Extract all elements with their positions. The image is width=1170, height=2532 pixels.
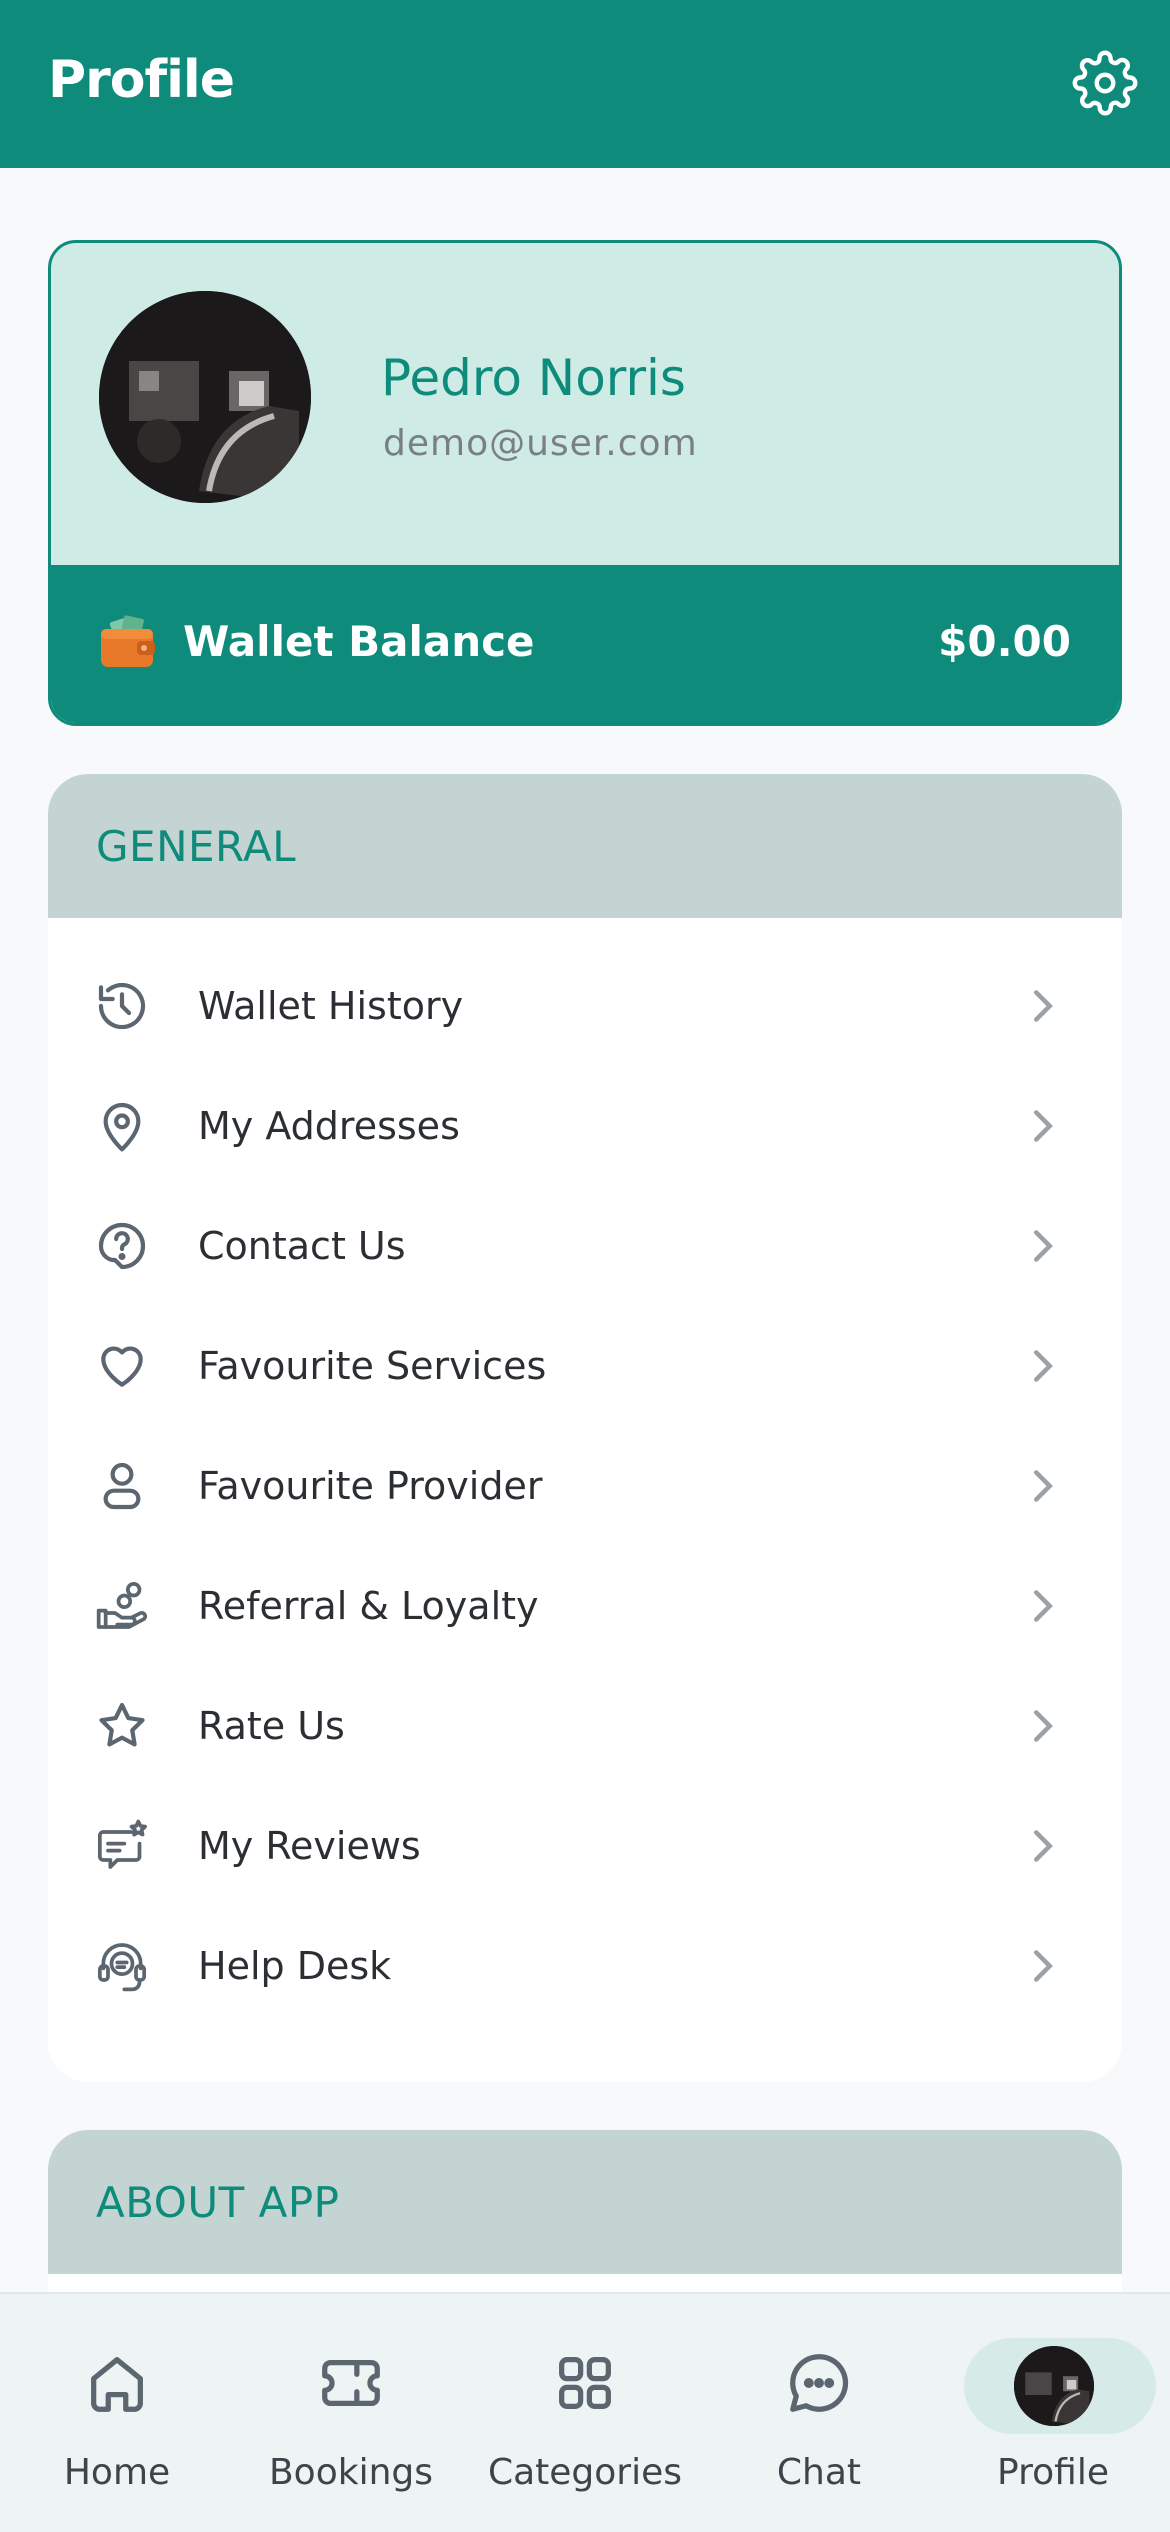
avatar[interactable] bbox=[99, 291, 311, 503]
menu-item-label: Contact Us bbox=[198, 1224, 406, 1268]
section-title: GENERAL bbox=[96, 822, 297, 871]
nav-item-profile[interactable]: Profile bbox=[936, 2294, 1170, 2532]
menu-item-referral-loyalty[interactable]: Referral & Loyalty bbox=[48, 1546, 1122, 1666]
heart-icon bbox=[101, 1346, 143, 1387]
chevron-right-icon bbox=[1034, 1110, 1053, 1142]
chat-icon bbox=[790, 2354, 849, 2412]
menu-item-favourite-services[interactable]: Favourite Services bbox=[48, 1306, 1122, 1426]
headset-icon bbox=[97, 1943, 147, 1992]
general-section: GENERAL Wallet History My Addresses Cont… bbox=[48, 774, 1122, 2082]
wallet-balance-label: Wallet Balance bbox=[183, 617, 535, 666]
nav-item-categories[interactable]: Categories bbox=[468, 2294, 702, 2532]
question-bubble-icon bbox=[98, 1222, 146, 1270]
nav-item-chat[interactable]: Chat bbox=[702, 2294, 936, 2532]
grid-icon bbox=[559, 2357, 611, 2409]
avatar bbox=[1014, 2346, 1094, 2426]
nav-label: Chat bbox=[776, 2452, 862, 2493]
chevron-right-icon bbox=[1034, 1950, 1053, 1982]
menu-item-wallet-history[interactable]: Wallet History bbox=[48, 946, 1122, 1066]
chevron-right-icon bbox=[1034, 1710, 1053, 1742]
ticket-icon bbox=[322, 2359, 380, 2407]
bottom-navigation: Home Bookings Categories Chat Profile bbox=[0, 2292, 1170, 2532]
menu-item-my-addresses[interactable]: My Addresses bbox=[48, 1066, 1122, 1186]
page-title: Profile bbox=[48, 50, 235, 110]
general-menu-list: Wallet History My Addresses Contact Us F… bbox=[48, 918, 1122, 2026]
profile-email: demo@user.com bbox=[383, 423, 698, 464]
wallet-balance-bar[interactable]: Wallet Balance $0.00 bbox=[51, 565, 1119, 723]
location-pin-icon bbox=[103, 1102, 141, 1152]
chevron-right-icon bbox=[1034, 1830, 1053, 1862]
review-bubble-icon bbox=[97, 1819, 147, 1869]
about-app-section-header: ABOUT APP bbox=[48, 2130, 1122, 2274]
profile-card[interactable]: Pedro Norris demo@user.com Wallet Balanc… bbox=[48, 240, 1122, 726]
home-icon bbox=[91, 2357, 143, 2412]
chevron-right-icon bbox=[1034, 1230, 1053, 1262]
nav-label: Profile bbox=[997, 2452, 1109, 2493]
user-icon bbox=[103, 1462, 141, 1510]
menu-item-label: My Reviews bbox=[198, 1824, 421, 1868]
menu-item-favourite-provider[interactable]: Favourite Provider bbox=[48, 1426, 1122, 1546]
gear-icon[interactable] bbox=[1072, 50, 1138, 116]
chevron-right-icon bbox=[1034, 1350, 1053, 1382]
wallet-balance-amount: $0.00 bbox=[938, 617, 1071, 666]
menu-item-label: Favourite Provider bbox=[198, 1464, 543, 1508]
general-section-header: GENERAL bbox=[48, 774, 1122, 918]
menu-item-label: Referral & Loyalty bbox=[198, 1584, 539, 1628]
menu-item-label: Favourite Services bbox=[198, 1344, 547, 1388]
menu-item-rate-us[interactable]: Rate Us bbox=[48, 1666, 1122, 1786]
menu-item-label: Wallet History bbox=[198, 984, 464, 1028]
menu-item-label: Rate Us bbox=[198, 1704, 345, 1748]
chevron-right-icon bbox=[1034, 1470, 1053, 1502]
nav-label: Bookings bbox=[268, 2452, 434, 2493]
chevron-right-icon bbox=[1034, 990, 1053, 1022]
hand-coins-icon bbox=[96, 1581, 148, 1629]
menu-item-label: My Addresses bbox=[198, 1104, 460, 1148]
nav-label: Categories bbox=[487, 2452, 683, 2493]
nav-item-home[interactable]: Home bbox=[0, 2294, 234, 2532]
menu-item-label: Help Desk bbox=[198, 1944, 392, 1988]
nav-item-bookings[interactable]: Bookings bbox=[234, 2294, 468, 2532]
menu-item-my-reviews[interactable]: My Reviews bbox=[48, 1786, 1122, 1906]
nav-label: Home bbox=[63, 2452, 171, 2493]
menu-item-help-desk[interactable]: Help Desk bbox=[48, 1906, 1122, 2026]
history-icon bbox=[98, 982, 146, 1030]
star-icon bbox=[99, 1702, 145, 1747]
app-header: Profile bbox=[0, 0, 1170, 168]
chevron-right-icon bbox=[1034, 1590, 1053, 1622]
menu-item-contact-us[interactable]: Contact Us bbox=[48, 1186, 1122, 1306]
wallet-icon bbox=[101, 615, 155, 667]
profile-name: Pedro Norris bbox=[381, 349, 686, 407]
section-title: ABOUT APP bbox=[96, 2178, 340, 2227]
